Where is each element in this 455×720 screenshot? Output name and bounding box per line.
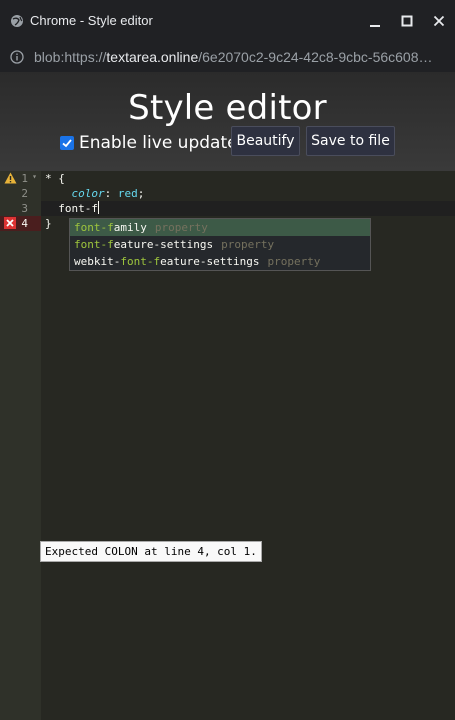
checkmark-icon: [62, 139, 72, 148]
error-tooltip: Expected COLON at line 4, col 1.: [40, 541, 262, 562]
address-bar[interactable]: blob:https://textarea.online/6e2070c2-9c…: [0, 42, 455, 72]
autocomplete-prefix: webkit-: [74, 255, 121, 268]
minimize-button[interactable]: [366, 12, 384, 30]
text-cursor: [97, 201, 99, 214]
line-number: 3: [21, 202, 28, 215]
gutter-line-error: 4: [0, 216, 41, 231]
code-line-text: font-f: [45, 202, 98, 215]
url-text[interactable]: blob:https://textarea.online/6e2070c2-9c…: [34, 49, 444, 65]
close-button[interactable]: [430, 12, 448, 30]
info-icon[interactable]: [10, 50, 24, 64]
page-header: Style editor Enable live update Beautify…: [0, 72, 455, 171]
line-number: 2: [21, 187, 28, 200]
gutter-line: 1 ▾: [0, 171, 41, 186]
autocomplete-item[interactable]: webkit-font-feature-settings property: [70, 253, 370, 270]
autocomplete-rest: eature-settings: [160, 255, 260, 268]
autocomplete-match: font-f: [120, 255, 161, 268]
globe-icon: [10, 14, 24, 28]
live-update-checkbox[interactable]: [60, 136, 74, 150]
error-icon: [4, 217, 17, 229]
css-semicolon: ;: [137, 187, 145, 200]
fold-arrow-icon[interactable]: ▾: [32, 172, 37, 181]
autocomplete-meta: property: [267, 255, 321, 268]
autocomplete-meta: property: [154, 221, 208, 234]
editor-gutter: 1 ▾ 2 3 4: [0, 171, 41, 720]
code-line[interactable]: color: red;: [41, 186, 455, 201]
save-to-file-button[interactable]: Save to file: [306, 126, 395, 156]
gutter-line: 2: [0, 186, 41, 201]
autocomplete-item[interactable]: font-feature-settings property: [70, 236, 370, 253]
autocomplete-rest: amily: [113, 221, 147, 234]
autocomplete-rest: eature-settings: [113, 238, 214, 251]
autocomplete-match: font-f: [74, 238, 114, 251]
window-title: Chrome - Style editor: [30, 13, 153, 28]
autocomplete-match: font-f: [74, 221, 114, 234]
minimize-icon: [370, 25, 380, 27]
url-scheme: blob:https://: [34, 49, 107, 65]
url-host: textarea.online: [106, 49, 199, 65]
live-update-label: Enable live update: [79, 133, 238, 153]
url-path: /6e2070c2-9c24-42c8-9cbc-56c608…: [198, 49, 433, 65]
css-property: color: [71, 187, 105, 200]
warning-icon: [4, 172, 17, 184]
line-number: 4: [21, 217, 28, 230]
close-icon: [433, 15, 445, 27]
beautify-button[interactable]: Beautify: [231, 126, 300, 156]
maximize-button[interactable]: [398, 12, 416, 30]
css-colon: :: [104, 187, 118, 200]
line-number: 1: [21, 172, 28, 185]
autocomplete-popup: font-family property font-feature-setting…: [69, 218, 371, 271]
code-line-active[interactable]: font-f: [41, 201, 455, 216]
gutter-line: 3: [0, 201, 41, 216]
page-title: Style editor: [128, 88, 327, 128]
live-update-toggle[interactable]: Enable live update: [60, 132, 238, 154]
autocomplete-meta: property: [221, 238, 275, 251]
maximize-icon: [401, 15, 413, 27]
autocomplete-item[interactable]: font-family property: [70, 219, 370, 236]
code-line[interactable]: * {: [41, 171, 455, 186]
window-titlebar: Chrome - Style editor: [0, 0, 455, 42]
css-value: red: [117, 187, 138, 200]
